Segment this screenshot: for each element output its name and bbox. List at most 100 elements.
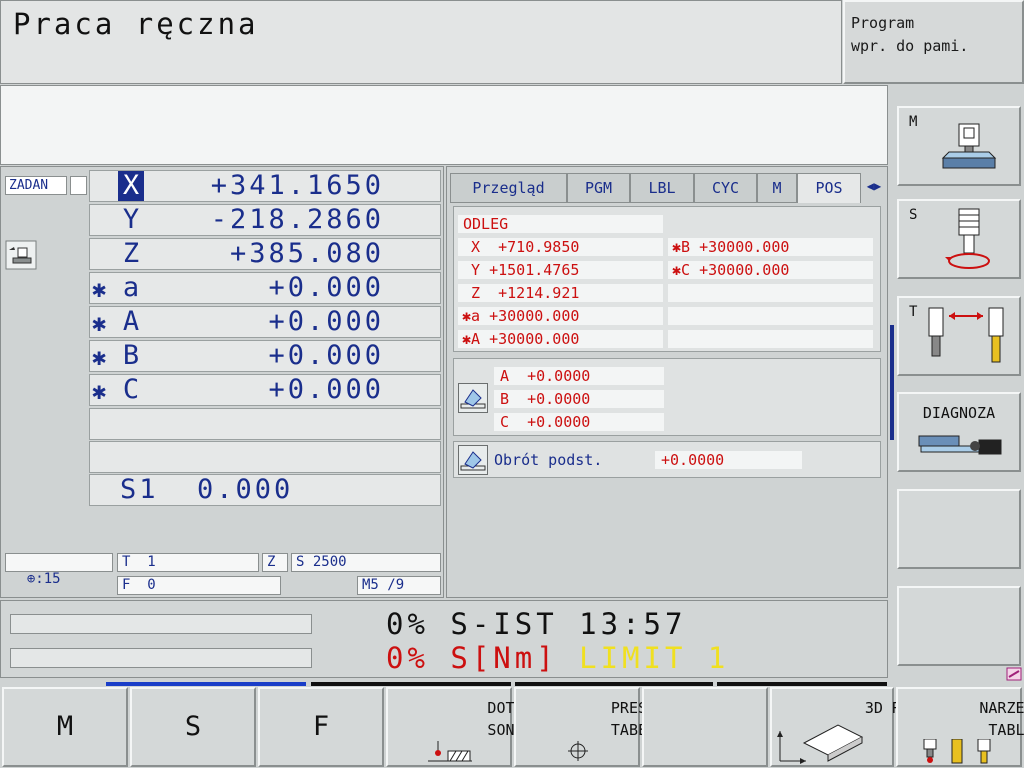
torque-label: S[Nm] xyxy=(450,641,558,675)
tab-pos[interactable]: POS xyxy=(797,173,861,203)
softkey-empty-1[interactable] xyxy=(897,489,1021,569)
softkey-t[interactable]: T xyxy=(897,296,1021,376)
message-area xyxy=(0,85,888,165)
softkey-switch-icon[interactable] xyxy=(1006,666,1022,681)
axis-label: Y xyxy=(122,204,140,235)
softkey-label: NARZEDZIE TABLICA xyxy=(979,699,1024,739)
basic-rotation-label: Obrót podst. xyxy=(494,451,603,469)
spindle-rotation-icon xyxy=(945,208,990,269)
tilt-c: C +0.0000 xyxy=(494,413,664,431)
axis-value: +385.080 xyxy=(229,238,384,269)
mode-title: Praca ręczna xyxy=(13,7,259,41)
softkey-row-indicator xyxy=(311,682,511,686)
axis-row-empty xyxy=(89,408,441,440)
softkey-s[interactable]: S xyxy=(897,199,1021,279)
display-type-box xyxy=(70,176,87,195)
tool-status: T 1 xyxy=(117,553,259,572)
tilt-a: A +0.0000 xyxy=(494,367,664,385)
tools-icon xyxy=(923,739,991,764)
dist-x: X +710.9850 xyxy=(458,238,663,256)
axis-value: +0.000 xyxy=(268,272,384,303)
dist-empty xyxy=(668,330,873,348)
scroll-indicator[interactable] xyxy=(890,325,894,440)
softkey-probe[interactable]: DOTYK SONDA xyxy=(386,687,533,767)
axis-row-x: X +341.1650 xyxy=(89,170,441,202)
axis-star: ✱ xyxy=(92,309,107,337)
softkey-m[interactable]: M xyxy=(897,106,1021,186)
program-mode-label: Program wpr. do pami. xyxy=(851,14,969,55)
basic-rotation-value: +0.0000 xyxy=(655,451,802,469)
tab-lbl[interactable]: LBL xyxy=(630,173,694,203)
softkey-tool-table[interactable]: NARZEDZIE TABLICA xyxy=(896,687,1024,767)
spindle-load-bar-2 xyxy=(10,648,312,668)
softkey-label: F xyxy=(312,711,330,742)
axis-row-empty xyxy=(89,441,441,473)
tab-pgm[interactable]: PGM xyxy=(567,173,630,203)
axis-label: B xyxy=(122,340,140,371)
axis-row-a-lower: ✱ a +0.000 xyxy=(89,272,441,304)
load-pct: 0% xyxy=(386,607,429,641)
softkey-m-function[interactable]: M xyxy=(2,687,128,767)
tilt-axis: C xyxy=(500,413,510,431)
axis-label: Z xyxy=(122,238,140,269)
tab-scroll-arrows[interactable]: ◀▶ xyxy=(862,173,886,203)
tab-overview[interactable]: Przegląd xyxy=(450,173,567,203)
axis-label: X xyxy=(118,171,144,201)
tool-axis-status: Z xyxy=(262,553,288,572)
tilt-axis: A xyxy=(500,367,510,385)
axis-value: -218.2860 xyxy=(210,204,384,235)
axis-row-b: ✱ B +0.000 xyxy=(89,340,441,372)
tab-cyc[interactable]: CYC xyxy=(694,173,757,203)
diagnosis-icon xyxy=(918,435,1002,455)
spindle-row: S1 0.000 xyxy=(89,474,441,506)
dist-y: Y +1501.4765 xyxy=(458,261,663,279)
axis-star: ✱ xyxy=(92,275,107,303)
tilt-value: +0.0000 xyxy=(527,413,591,431)
axis-value: +0.000 xyxy=(268,306,384,337)
spindle-value: S1 0.000 xyxy=(120,474,294,505)
handwheel-icon xyxy=(5,240,37,270)
softkey-label: S xyxy=(909,207,918,223)
distance-title: ODLEG xyxy=(458,215,663,233)
datum-status: ⊕:15 xyxy=(5,553,113,587)
softkey-label: M xyxy=(909,114,918,130)
display-type-label: ZADAN xyxy=(5,176,67,195)
datum-value: :15 xyxy=(35,571,61,587)
axis-star: ✱ xyxy=(92,343,107,371)
tool-change-icon xyxy=(928,307,1004,363)
axis-label: C xyxy=(122,374,140,405)
axis-value: +341.1650 xyxy=(210,170,384,201)
axis-star: ✱ xyxy=(92,377,107,405)
softkey-row-indicator-active xyxy=(106,682,306,686)
axis-value: +0.000 xyxy=(268,374,384,405)
basic-rotation-icon xyxy=(458,445,488,475)
axis-label: A xyxy=(122,306,140,337)
spindle-load-bar-1 xyxy=(10,614,312,634)
tilted-plane-icon xyxy=(458,383,488,413)
program-mode-button[interactable]: Program wpr. do pami. xyxy=(843,0,1024,84)
axis-row-a: ✱ A +0.000 xyxy=(89,306,441,338)
torque-pct: 0% xyxy=(386,641,429,675)
axis-row-y: Y -218.2860 xyxy=(89,204,441,236)
dist-b: ✱B +30000.000 xyxy=(668,238,873,256)
softkey-label: M xyxy=(56,711,74,742)
softkey-s-function[interactable]: S xyxy=(130,687,256,767)
rotated-plane-icon xyxy=(777,724,864,764)
tilt-value: +0.0000 xyxy=(527,367,591,385)
probe-icon xyxy=(428,741,472,762)
softkey-3d-rot[interactable]: 3D ROT xyxy=(770,687,919,767)
softkey-empty[interactable] xyxy=(642,687,768,767)
machine-table-icon xyxy=(941,123,997,169)
softkey-preset-table[interactable]: PRESET TABELA xyxy=(514,687,665,767)
mode-title-bar: Praca ręczna xyxy=(0,0,842,84)
load-label: S-IST xyxy=(450,607,558,641)
tilt-axis: B xyxy=(500,390,510,408)
dist-z: Z +1214.921 xyxy=(458,284,663,302)
softkey-diagnosis[interactable]: DIAGNOZA xyxy=(897,392,1021,472)
axis-label: a xyxy=(122,272,140,303)
softkey-empty-2[interactable] xyxy=(897,586,1021,666)
m-function-status: M5 /9 xyxy=(357,576,441,595)
softkey-f-function[interactable]: F xyxy=(258,687,384,767)
tab-m[interactable]: M xyxy=(757,173,797,203)
axis-row-z: Z +385.080 xyxy=(89,238,441,270)
